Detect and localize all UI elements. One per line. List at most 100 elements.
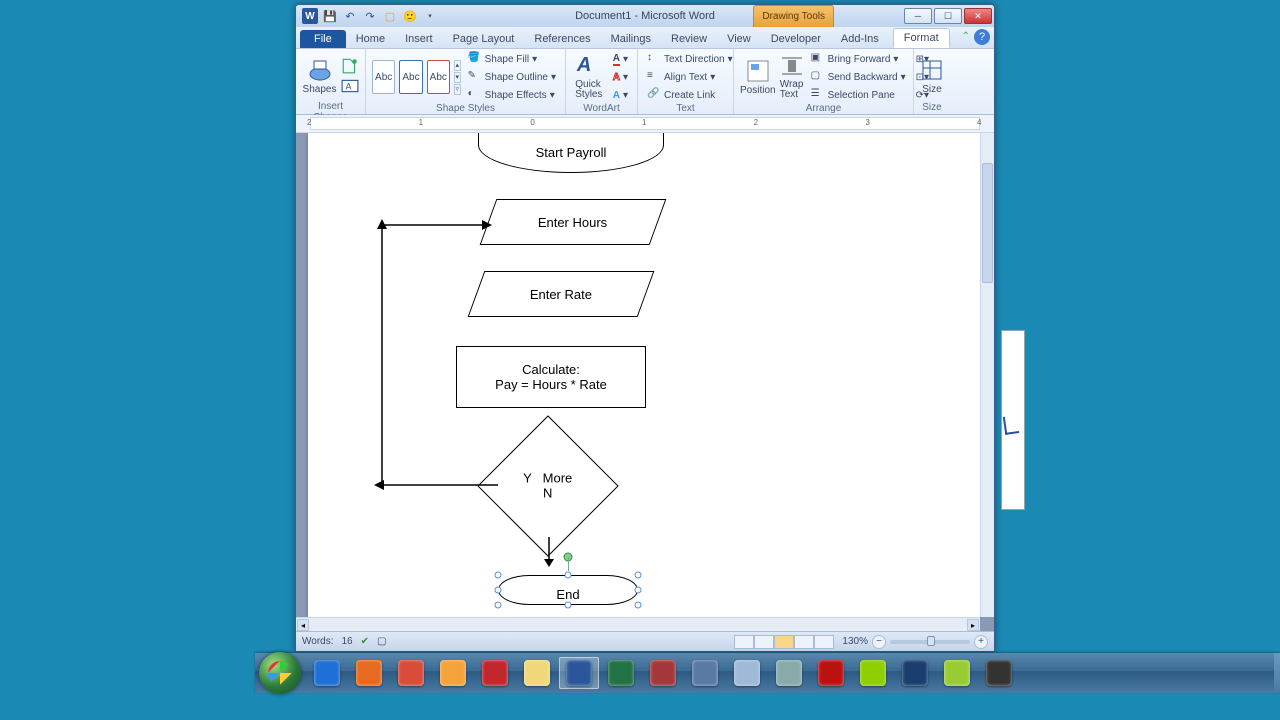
tab-add-ins[interactable]: Add-Ins [831,30,889,48]
style-gallery-more-icon[interactable]: ▿ [454,84,461,95]
io-enter-hours[interactable]: Enter Hours [480,199,667,245]
qat-save-icon[interactable]: 💾 [322,8,338,24]
text-outline-button[interactable]: A▾ [610,69,631,85]
outlook-icon [440,660,466,686]
macro-icon[interactable]: ▢ [377,636,386,647]
ribbon-minimize-icon[interactable]: ⌃ [962,31,970,42]
tab-file[interactable]: File [300,30,346,48]
horizontal-ruler[interactable]: 2101234 [296,115,994,133]
taskbar-movie-maker[interactable] [979,657,1019,689]
handle-sw[interactable] [495,602,502,609]
close-button[interactable]: ✕ [964,8,992,24]
taskbar-app1[interactable] [685,657,725,689]
wrap-text-button[interactable]: Wrap Text [780,52,804,102]
taskbar-firefox[interactable] [349,657,389,689]
tab-page-layout[interactable]: Page Layout [443,30,525,48]
contextual-tab-badge: Drawing Tools [753,5,834,27]
edit-shape-icon[interactable] [341,57,359,75]
qat-dropdown-icon[interactable]: ▾ [422,8,438,24]
zoom-level[interactable]: 130% [842,636,868,647]
terminator-start[interactable]: Start Payroll [478,133,664,173]
style-swatch-2[interactable]: Abc [399,60,422,94]
create-link-button[interactable]: 🔗Create Link [644,87,736,103]
tab-developer[interactable]: Developer [761,30,831,48]
textbox-icon[interactable]: A [341,77,359,95]
tab-references[interactable]: References [524,30,600,48]
scroll-right-icon[interactable]: ▸ [967,619,979,631]
tab-home[interactable]: Home [346,30,395,48]
tab-view[interactable]: View [717,30,761,48]
taskbar-word[interactable] [559,657,599,689]
zoom-out-button[interactable]: − [872,635,886,649]
minimize-button[interactable]: ─ [904,8,932,24]
taskbar-app2[interactable] [937,657,977,689]
taskbar-explorer[interactable] [517,657,557,689]
position-button[interactable]: Position [740,52,776,102]
spellcheck-icon[interactable]: ✔ [361,636,369,647]
tab-review[interactable]: Review [661,30,717,48]
taskbar-ie[interactable] [307,657,347,689]
taskbar-chrome[interactable] [391,657,431,689]
vertical-scrollbar[interactable] [980,133,994,617]
text-effects-button[interactable]: A▾ [610,87,631,103]
decision-more[interactable]: Y More N [477,415,618,556]
word-icon [566,660,592,686]
shape-effects-button[interactable]: ◐Shape Effects ▾ [465,87,559,103]
app1-icon [692,660,718,686]
style-swatch-1[interactable]: Abc [372,60,395,94]
rotate-handle[interactable] [564,553,573,562]
tab-mailings[interactable]: Mailings [601,30,661,48]
shape-fill-button[interactable]: 🪣Shape Fill ▾ [465,51,559,67]
quick-styles-button[interactable]: A Quick Styles [572,52,606,102]
taskbar-excel[interactable] [601,657,641,689]
ie-icon [314,660,340,686]
style-swatch-3[interactable]: Abc [427,60,450,94]
selection-pane-button[interactable]: ☰Selection Pane [808,87,909,103]
qat-emoji-icon[interactable]: 🙂 [402,8,418,24]
handle-se[interactable] [635,602,642,609]
taskbar-adobe-reader[interactable] [811,657,851,689]
zoom-in-button[interactable]: + [974,635,988,649]
style-gallery-down-icon[interactable]: ▾ [454,72,461,83]
view-full-screen[interactable] [754,635,774,649]
tab-insert[interactable]: Insert [395,30,443,48]
taskbar-opera[interactable] [475,657,515,689]
page[interactable]: Start Payroll Enter Hours Enter Rate Cal… [308,133,980,617]
words-count[interactable]: 16 [342,636,353,647]
taskbar-snip[interactable] [769,657,809,689]
style-gallery-up-icon[interactable]: ▴ [454,60,461,71]
help-button[interactable]: ? [974,29,990,45]
view-outline[interactable] [794,635,814,649]
taskbar-notepad[interactable] [727,657,767,689]
size-button[interactable]: Size [920,52,944,102]
taskbar-photoshop[interactable] [895,657,935,689]
arrow-down [541,537,557,569]
view-web-layout[interactable] [774,635,794,649]
firefox-icon [356,660,382,686]
text-fill-button[interactable]: A▾ [610,51,631,67]
taskbar-outlook[interactable] [433,657,473,689]
view-draft[interactable] [814,635,834,649]
handle-ne[interactable] [635,572,642,579]
send-backward-button[interactable]: ▢Send Backward ▾ [808,69,909,85]
zoom-slider[interactable] [890,640,970,644]
align-text-button[interactable]: ≡Align Text ▾ [644,69,736,85]
qat-new-icon[interactable]: ▢ [382,8,398,24]
shape-outline-button[interactable]: ✎Shape Outline ▾ [465,69,559,85]
opera-icon [482,660,508,686]
bring-forward-button[interactable]: ▣Bring Forward ▾ [808,51,909,67]
qat-undo-icon[interactable]: ↶ [342,8,358,24]
start-button[interactable] [259,652,301,694]
maximize-button[interactable]: ☐ [934,8,962,24]
taskbar-dreamweaver[interactable] [853,657,893,689]
shapes-gallery-button[interactable]: Shapes [302,51,337,101]
qat-redo-icon[interactable]: ↷ [362,8,378,24]
scroll-left-icon[interactable]: ◂ [297,619,309,631]
text-direction-button[interactable]: ↕Text Direction ▾ [644,51,736,67]
terminator-end[interactable]: End [498,575,638,605]
tab-format[interactable]: Format [893,28,950,48]
handle-nw[interactable] [495,572,502,579]
view-print-layout[interactable] [734,635,754,649]
horizontal-scrollbar[interactable]: ◂ ▸ [296,617,980,631]
taskbar-access[interactable] [643,657,683,689]
